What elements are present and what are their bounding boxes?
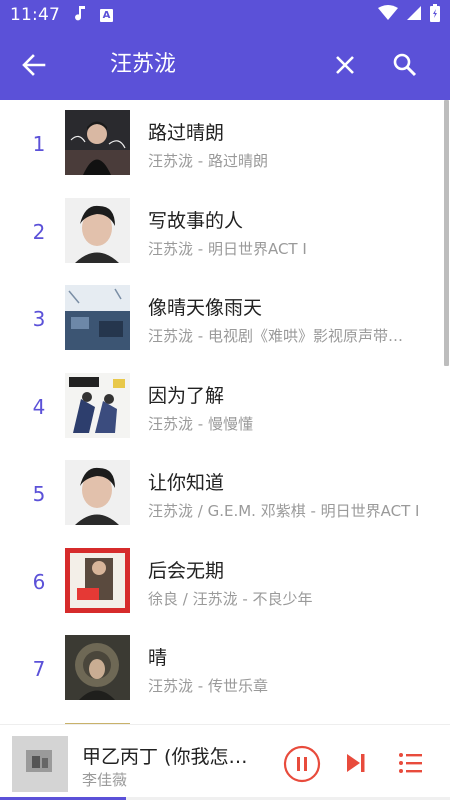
song-row[interactable]: 1 路过晴朗 汪苏泷 - 路过晴朗 <box>0 100 450 188</box>
song-rank: 5 <box>32 482 46 506</box>
album-cover <box>65 372 130 438</box>
search-icon <box>393 53 417 77</box>
album-cover <box>65 110 130 175</box>
song-subtitle: 汪苏泷 - 电视剧《难哄》影视原声带… <box>148 327 403 345</box>
status-notification-icons: A <box>74 5 113 26</box>
song-subtitle: 汪苏泷 - 明日世界ACT I <box>148 239 307 258</box>
queue-list-icon <box>399 753 422 773</box>
song-title: 因为了解 <box>148 384 225 407</box>
song-rank: 6 <box>32 569 46 594</box>
search-button[interactable] <box>391 51 419 79</box>
status-time: 11:47 <box>10 5 60 25</box>
album-cover <box>65 460 130 525</box>
next-track-button[interactable] <box>343 750 369 776</box>
song-row[interactable]: 3 像晴天像雨天 汪苏泷 - 电视剧《难哄》影视原声带… <box>0 275 450 363</box>
pause-icon <box>283 745 321 783</box>
album-cover <box>65 635 130 700</box>
clear-search-button[interactable] <box>331 51 359 79</box>
song-title: 让你知道 <box>148 472 225 494</box>
song-subtitle: 汪苏泷 - 路过晴朗 <box>148 152 268 170</box>
status-system-icons <box>378 3 440 27</box>
music-note-icon <box>74 5 86 26</box>
battery-icon <box>430 3 440 27</box>
now-playing-artist: 李佳薇 <box>82 771 128 789</box>
song-rank: 7 <box>32 657 46 681</box>
song-row[interactable]: 5 让你知道 汪苏泷 / G.E.M. 邓紫棋 - 明日世界ACT I <box>0 450 450 538</box>
skip-next-icon <box>347 754 365 772</box>
song-row[interactable]: 7 晴 汪苏泷 - 传世乐章 <box>0 625 450 713</box>
song-rank: 3 <box>32 307 46 331</box>
now-playing-title: 甲乙丙丁 (你我怎… <box>82 746 248 768</box>
back-button[interactable] <box>20 51 48 79</box>
close-icon <box>336 56 354 74</box>
album-cover <box>65 285 130 350</box>
play-queue-button[interactable] <box>398 750 424 776</box>
song-subtitle: 徐良 / 汪苏泷 - 不良少年 <box>148 589 313 608</box>
pause-button[interactable] <box>283 745 321 783</box>
wifi-icon <box>378 4 398 26</box>
song-title: 像晴天像雨天 <box>148 297 263 319</box>
now-playing-bar[interactable]: 甲乙丙丁 (你我怎… 李佳薇 <box>0 724 450 800</box>
song-row[interactable]: 2 写故事的人 汪苏泷 - 明日世界ACT I <box>0 188 450 276</box>
album-cover <box>65 547 130 613</box>
arrow-left-icon <box>22 54 46 76</box>
song-result-list[interactable]: 1 路过晴朗 汪苏泷 - 路过晴朗 2 写故事的人 汪苏泷 - 明日世界ACT … <box>0 100 450 724</box>
song-subtitle: 汪苏泷 - 传世乐章 <box>148 677 268 695</box>
album-cover <box>65 197 130 263</box>
song-row-partial[interactable] <box>0 713 450 724</box>
song-title: 晴 <box>148 647 168 669</box>
song-title: 后会无期 <box>148 559 225 582</box>
list-scrollbar[interactable] <box>444 100 449 366</box>
cellular-signal-icon <box>406 5 422 26</box>
song-title: 路过晴朗 <box>148 122 225 144</box>
song-subtitle: 汪苏泷 / G.E.M. 邓紫棋 - 明日世界ACT I <box>148 502 420 520</box>
song-title: 写故事的人 <box>148 209 244 232</box>
song-row[interactable]: 6 后会无期 徐良 / 汪苏泷 - 不良少年 <box>0 538 450 626</box>
song-rank: 1 <box>32 132 46 156</box>
search-query-text[interactable]: 汪苏泷 <box>110 50 176 80</box>
song-subtitle: 汪苏泷 - 慢慢懂 <box>148 414 253 433</box>
song-rank: 4 <box>32 394 46 419</box>
a-letter-icon: A <box>100 8 113 22</box>
song-rank: 2 <box>32 219 46 244</box>
song-row[interactable]: 4 因为了解 汪苏泷 - 慢慢懂 <box>0 363 450 451</box>
search-app-bar: 汪苏泷 <box>0 30 450 100</box>
now-playing-cover[interactable] <box>12 736 68 792</box>
status-bar: 11:47 A <box>0 0 450 30</box>
